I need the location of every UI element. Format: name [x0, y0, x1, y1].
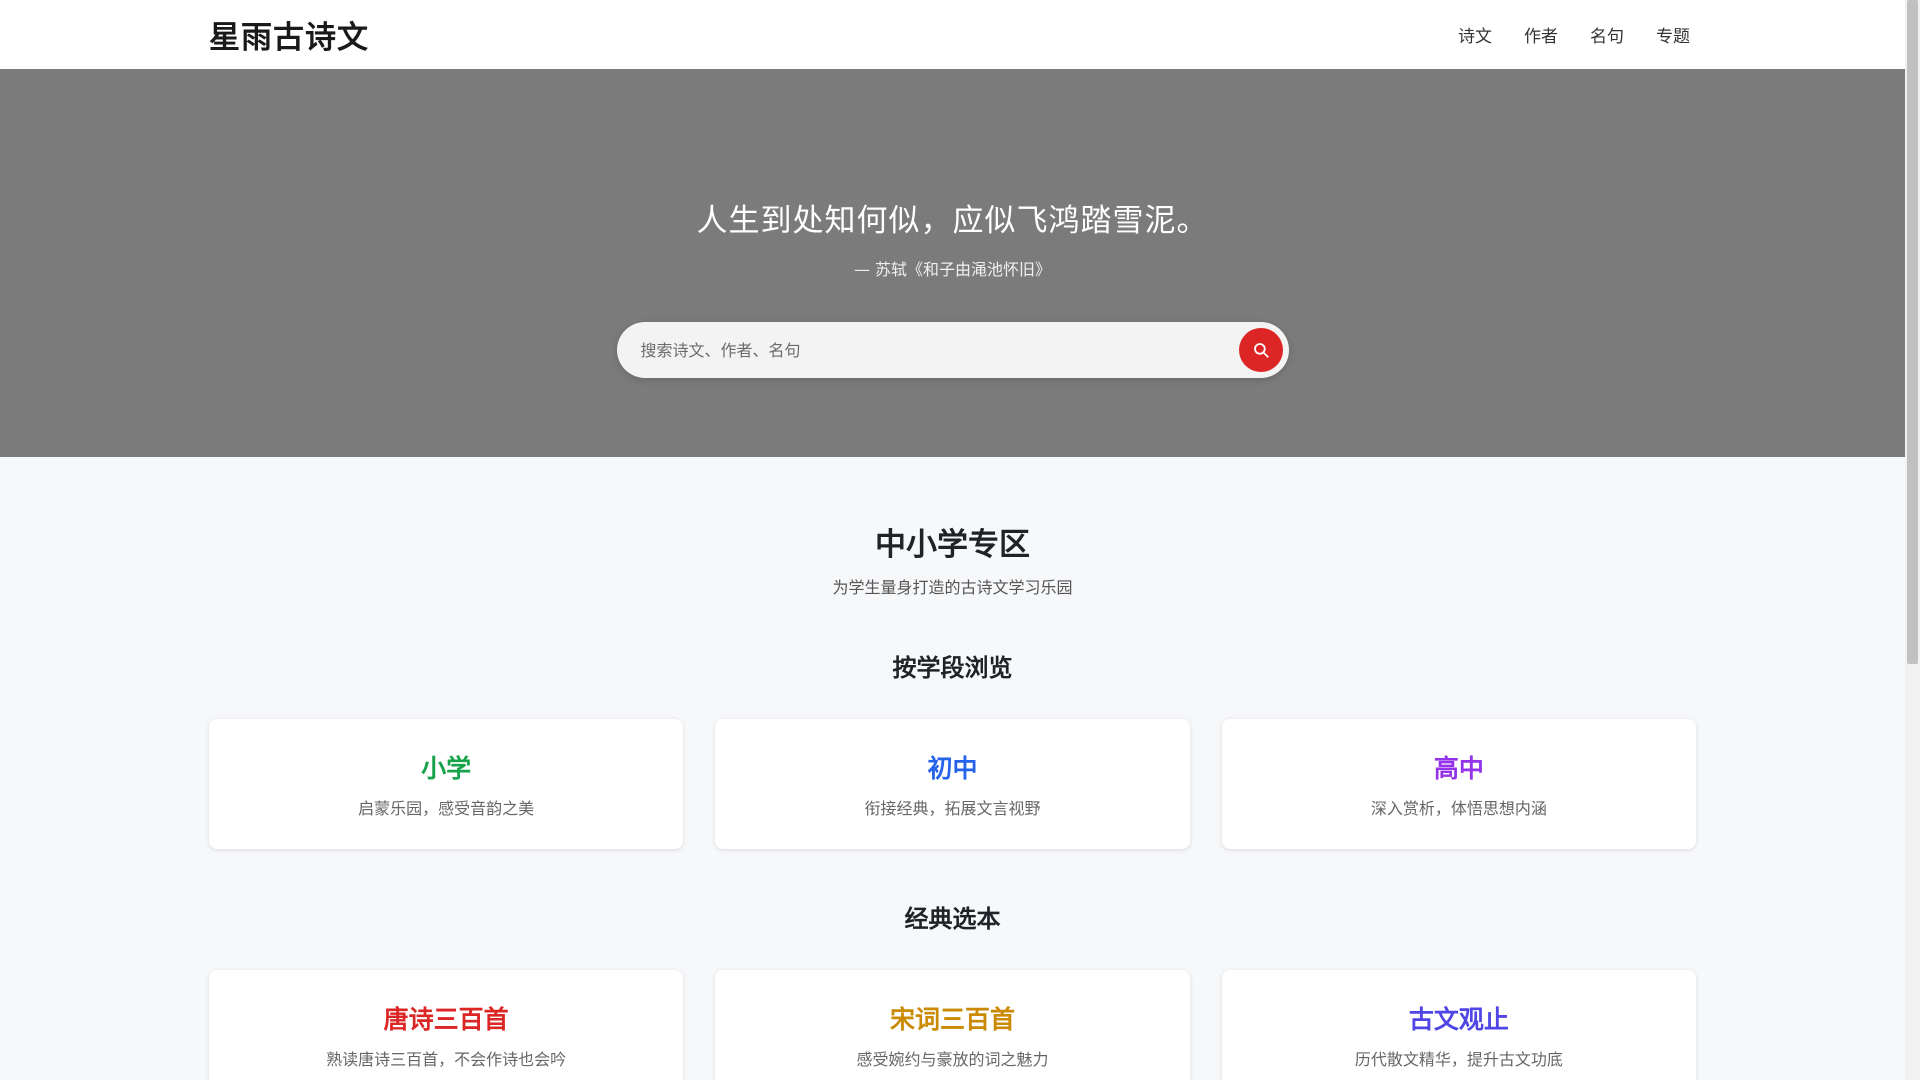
grade-card-primary[interactable]: 小学 启蒙乐园，感受音韵之美 [209, 719, 684, 849]
card-description: 历代散文精华，提升古文功底 [1354, 1050, 1563, 1069]
main-content: 中小学专区 为学生量身打造的古诗文学习乐园 按学段浏览 小学 启蒙乐园，感受音韵… [0, 457, 1905, 1080]
card-title: 高中 [1433, 754, 1484, 783]
card-title: 初中 [927, 754, 978, 783]
hero-quote-source: — 苏轼《和子由渑池怀旧》 [853, 260, 1052, 279]
grade-group-title: 按学段浏览 [892, 654, 1013, 682]
card-title: 宋词三百首 [889, 1005, 1015, 1034]
search-icon [1253, 343, 1269, 358]
nav-item-topics[interactable]: 专题 [1656, 22, 1690, 47]
card-description: 启蒙乐园，感受音韵之美 [358, 799, 535, 818]
nav-item-quotes[interactable]: 名句 [1590, 22, 1624, 47]
classic-group-title: 经典选本 [904, 905, 1001, 933]
scrollbar-thumb[interactable] [1907, 0, 1918, 664]
card-description: 衔接经典，拓展文言视野 [864, 799, 1041, 818]
classic-card-row: 唐诗三百首 熟读唐诗三百首，不会作诗也会吟 宋词三百首 感受婉约与豪放的词之魅力… [209, 970, 1696, 1080]
site-header: 星雨古诗文 诗文 作者 名句 专题 [0, 0, 1905, 69]
card-title: 小学 [421, 754, 472, 783]
search-input[interactable] [640, 340, 1239, 360]
classic-card-song-ci[interactable]: 宋词三百首 感受婉约与豪放的词之魅力 [715, 970, 1190, 1080]
section-subtitle: 为学生量身打造的古诗文学习乐园 [832, 578, 1073, 597]
card-description: 熟读唐诗三百首，不会作诗也会吟 [326, 1050, 567, 1069]
hero-banner: 人生到处知何似，应似飞鸿踏雪泥。 — 苏轼《和子由渑池怀旧》 [0, 69, 1905, 457]
card-title: 古文观止 [1408, 1005, 1509, 1034]
card-description: 深入赏析，体悟思想内涵 [1370, 799, 1547, 818]
page: 星雨古诗文 诗文 作者 名句 专题 人生到处知何似，应似飞鸿踏雪泥。 — 苏轼《… [0, 0, 1905, 1080]
search-bar [616, 322, 1289, 378]
page-scrollbar[interactable] [1905, 0, 1920, 1080]
site-logo[interactable]: 星雨古诗文 [209, 12, 369, 57]
nav-item-authors[interactable]: 作者 [1524, 22, 1558, 47]
search-button[interactable] [1238, 328, 1283, 372]
card-title: 唐诗三百首 [383, 1005, 509, 1034]
classic-card-guwen-guanzhi[interactable]: 古文观止 历代散文精华，提升古文功底 [1221, 970, 1696, 1080]
grade-card-row: 小学 启蒙乐园，感受音韵之美 初中 衔接经典，拓展文言视野 高中 深入赏析，体悟… [209, 719, 1696, 849]
card-description: 感受婉约与豪放的词之魅力 [856, 1050, 1049, 1069]
section-title: 中小学专区 [875, 527, 1030, 563]
grade-card-junior[interactable]: 初中 衔接经典，拓展文言视野 [715, 719, 1190, 849]
main-nav: 诗文 作者 名句 专题 [1458, 22, 1696, 47]
grade-card-senior[interactable]: 高中 深入赏析，体悟思想内涵 [1221, 719, 1696, 849]
nav-item-poems[interactable]: 诗文 [1458, 22, 1492, 47]
hero-quote: 人生到处知何似，应似飞鸿踏雪泥。 [696, 203, 1209, 239]
classic-card-tang-poems[interactable]: 唐诗三百首 熟读唐诗三百首，不会作诗也会吟 [209, 970, 684, 1080]
